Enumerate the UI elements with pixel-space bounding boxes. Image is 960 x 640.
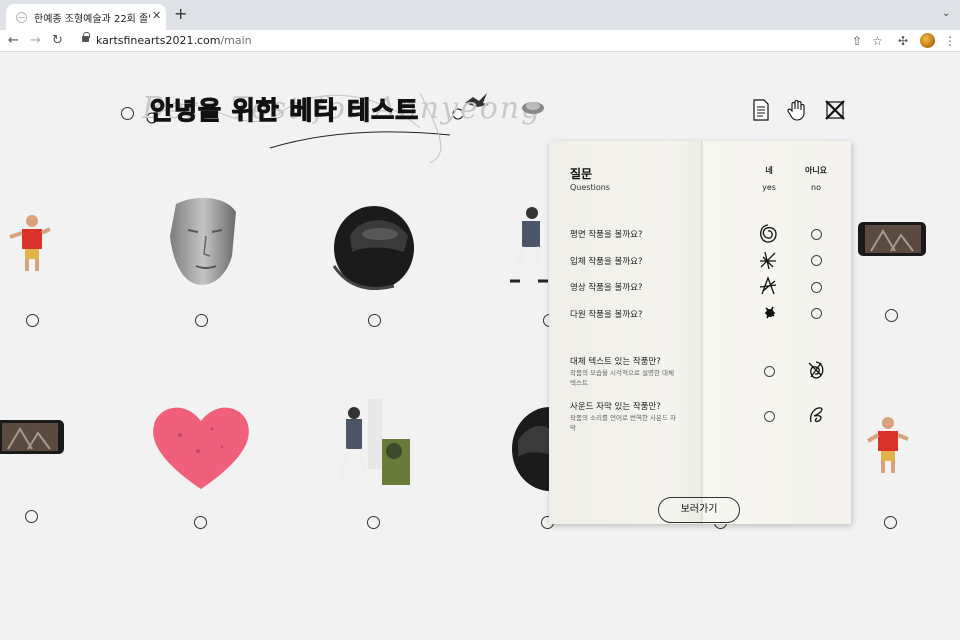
scribble-no-selected-icon[interactable] [805, 359, 827, 381]
close-x-icon[interactable] [823, 98, 847, 122]
artwork-thumb-phone-video[interactable] [857, 221, 927, 257]
answer-no-radio[interactable] [811, 255, 822, 266]
col-no-kr: 아니요 [804, 166, 828, 175]
lock-icon [82, 32, 90, 42]
forward-arrow-icon[interactable]: → [30, 33, 41, 49]
artwork-radio-8[interactable] [367, 516, 380, 529]
bookmark-star-icon[interactable]: ☆ [872, 33, 883, 49]
tab-close-icon[interactable]: ✕ [152, 9, 161, 23]
artwork-radio-2[interactable] [195, 314, 208, 327]
artwork-thumb-helmet[interactable] [330, 196, 416, 292]
question-caption-label: 사운드 자막 있는 작품만? [570, 402, 661, 412]
artwork-radio-3[interactable] [368, 314, 381, 327]
question-video-label: 영상 작품을 볼까요? [570, 283, 643, 293]
browser-menu-icon[interactable]: ⋮ [944, 33, 956, 49]
url-text: kartsfinearts2021.com/main [96, 34, 252, 47]
title-radio[interactable] [121, 107, 134, 120]
artwork-radio-11[interactable] [884, 516, 897, 529]
page-canvas: Beta Test for Annyeong 안녕을 위한 베타 테스트 질문 … [0, 53, 960, 640]
panel-title: 질문 [570, 167, 593, 181]
question-alt-text-desc: 작품의 모습을 시각적으로 설명한 대체 텍스트 [570, 369, 674, 387]
artwork-thumb-helmet-2[interactable] [508, 405, 550, 493]
artwork-thumb-phone-video-2[interactable] [0, 419, 66, 457]
site-title: Beta Test for Annyeong 안녕을 위한 베타 테스트 [120, 73, 540, 163]
scribble-yes-selected-icon[interactable] [757, 249, 779, 271]
panel-fold-line [701, 141, 703, 524]
artwork-thumb-walking-person[interactable] [508, 205, 548, 287]
panel-subtitle: Questions [570, 183, 610, 192]
new-tab-button[interactable]: + [174, 6, 187, 22]
browser-tab-bar: 한예종 조형예술과 22회 졸업전시 ✕ + ⌄ [0, 0, 960, 30]
question-caption-desc: 작품의 소리를 언어로 번역한 사운드 자막 [570, 414, 677, 432]
reload-icon[interactable]: ↻ [52, 33, 63, 49]
view-artworks-button[interactable]: 보러가기 [658, 497, 740, 523]
share-icon[interactable]: ⇧ [852, 33, 862, 49]
site-favicon-icon [16, 12, 27, 23]
url-field[interactable]: kartsfinearts2021.com/main [72, 32, 892, 50]
artwork-radio-6[interactable] [25, 510, 38, 523]
small-object-icon [522, 102, 544, 114]
extensions-puzzle-icon[interactable]: ✣ [898, 33, 908, 49]
artwork-radio-1[interactable] [26, 314, 39, 327]
address-bar: ← → ↻ kartsfinearts2021.com/main ⇧ ☆ ✣ ⋮ [0, 30, 960, 52]
artwork-thumb-person-red[interactable] [8, 213, 52, 275]
scribble-yes-selected-icon[interactable] [759, 302, 781, 324]
question-sculpture-label: 입체 작품을 볼까요? [570, 257, 643, 267]
tab-search-chevron-icon[interactable]: ⌄ [942, 8, 950, 19]
artwork-radio-5[interactable] [885, 309, 898, 322]
question-panel: 질문 Questions 네 yes 아니요 no 평면 작품을 볼까요? 입체… [549, 141, 851, 524]
url-path: /main [220, 34, 252, 47]
artwork-radio-7[interactable] [194, 516, 207, 529]
hand-icon[interactable] [785, 98, 809, 122]
back-arrow-icon[interactable]: ← [8, 33, 19, 49]
artwork-thumb-pink-heart[interactable] [150, 401, 252, 491]
page-title: 안녕을 위한 베타 테스트 [149, 95, 420, 125]
profile-avatar[interactable] [920, 33, 935, 48]
col-yes-en: yes [762, 183, 776, 192]
artwork-thumb-person-red-2[interactable] [866, 415, 910, 477]
browser-tab[interactable]: 한예종 조형예술과 22회 졸업전시 ✕ [6, 4, 166, 30]
document-icon[interactable] [749, 98, 773, 122]
answer-no-radio[interactable] [811, 308, 822, 319]
artwork-thumb-collage-figures[interactable] [334, 399, 414, 491]
question-alt-text-label: 대체 텍스트 있는 작품만? [570, 357, 661, 367]
col-yes-kr: 네 [765, 166, 773, 175]
artwork-thumb-face-sculpture[interactable] [166, 196, 240, 290]
tab-title: 한예종 조형예술과 22회 졸업전시 [34, 14, 150, 25]
scribble-yes-selected-icon[interactable] [757, 275, 779, 297]
question-multi-label: 다원 작품을 볼까요? [570, 310, 643, 320]
answer-yes-radio[interactable] [764, 411, 775, 422]
question-flat-label: 평면 작품을 볼까요? [570, 230, 643, 240]
answer-no-radio[interactable] [811, 282, 822, 293]
col-no-en: no [811, 183, 821, 192]
answer-no-radio[interactable] [811, 229, 822, 240]
scribble-yes-selected-icon[interactable] [757, 223, 779, 245]
url-host: kartsfinearts2021.com [96, 34, 221, 47]
scribble-no-selected-icon[interactable] [805, 404, 827, 426]
answer-yes-radio[interactable] [764, 366, 775, 377]
